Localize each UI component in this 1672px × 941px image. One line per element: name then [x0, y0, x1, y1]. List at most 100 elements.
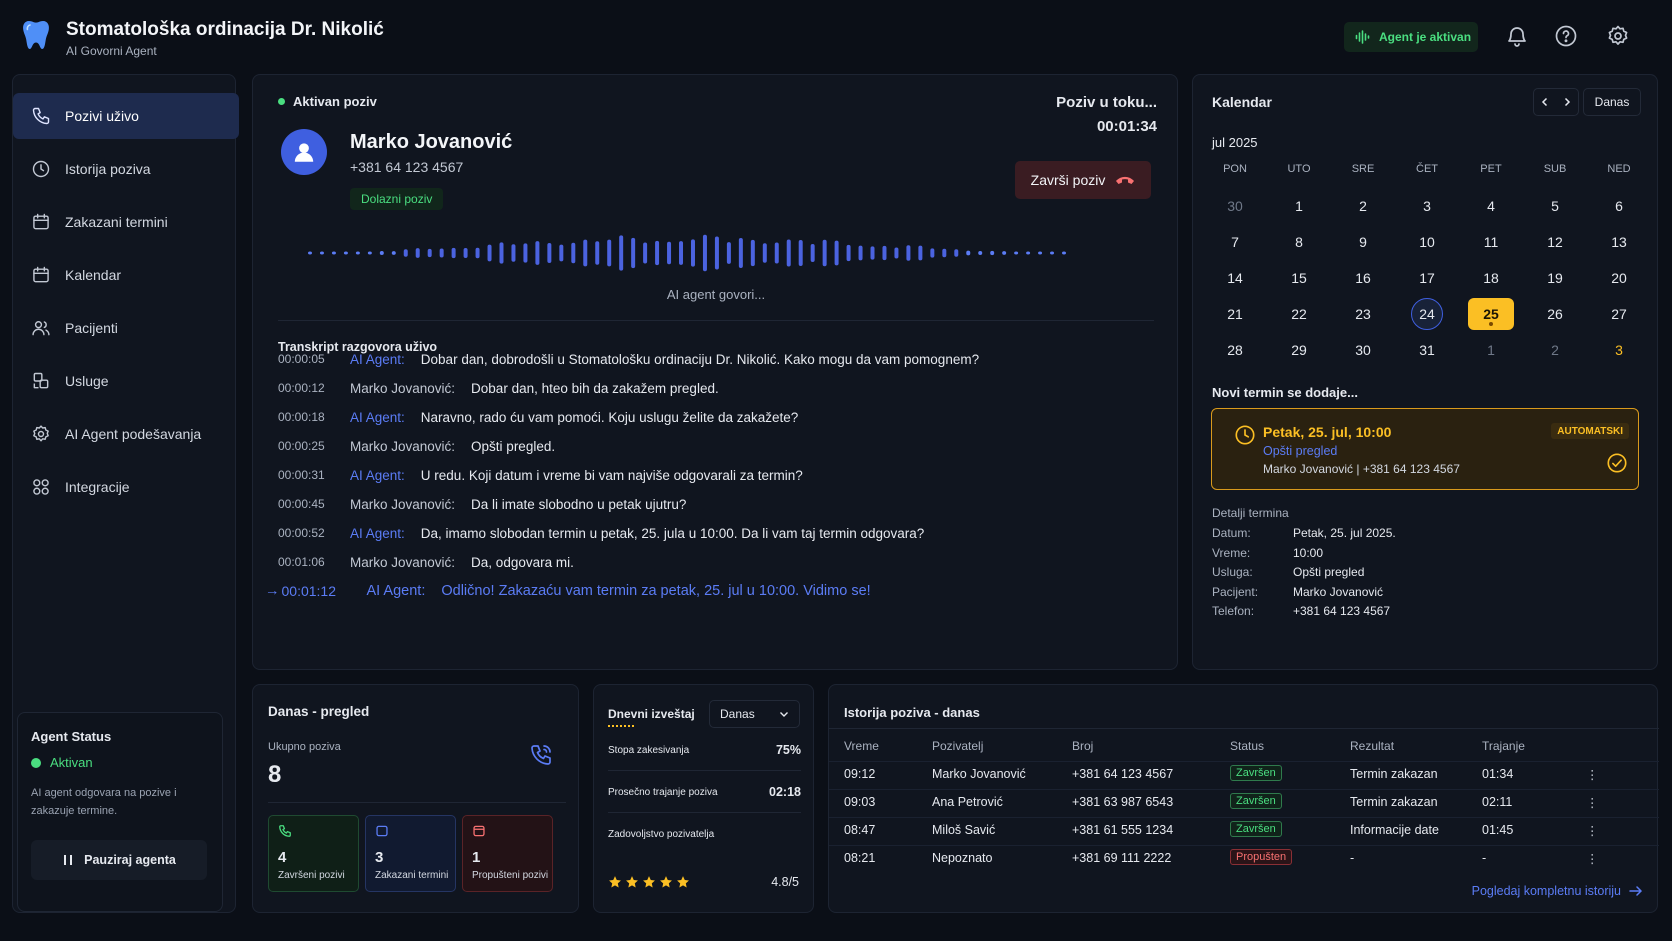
sidebar-item-label: Istorija poziva [65, 161, 151, 177]
completed-calls-card[interactable]: 4 Završeni pozivi [268, 815, 359, 892]
calendar-day[interactable]: 5 [1539, 190, 1571, 222]
calendar-day[interactable]: 8 [1283, 226, 1315, 258]
new-appointment-card[interactable]: Petak, 25. jul, 10:00 Opšti pregled Mark… [1211, 408, 1639, 490]
transcript-row: 00:00:05 AI Agent: Dobar dan, dobrodošli u… [278, 349, 979, 369]
satisfaction-row: Zadovoljstvo pozivatelja [608, 822, 801, 846]
app-header: Stomatološka ordinacija Dr. Nikolić AI G… [0, 0, 1672, 70]
calendar-day[interactable]: 27 [1603, 298, 1635, 330]
table-cell: Termin zakazan [1350, 795, 1438, 809]
calendar-day[interactable]: 29 [1283, 334, 1315, 366]
more-vertical-icon[interactable]: ⋮ [1586, 851, 1599, 866]
star-icon [660, 876, 672, 888]
calendar-day[interactable]: 24 [1411, 298, 1443, 330]
column-header: Status [1230, 739, 1265, 753]
calendar-day[interactable]: 25 [1468, 298, 1514, 330]
calendar-day[interactable]: 9 [1347, 226, 1379, 258]
calendar-day[interactable]: 1 [1475, 334, 1507, 366]
more-vertical-icon[interactable]: ⋮ [1586, 823, 1599, 838]
table-row[interactable]: 09:03 Ana Petrović +381 63 987 6543 Završen… [844, 789, 1644, 817]
calendar-day[interactable]: 18 [1475, 262, 1507, 294]
calendar-day[interactable]: 31 [1411, 334, 1443, 366]
weekday-label: SUB [1543, 163, 1567, 175]
sidebar-item-live-calls[interactable]: Pozivi uživo [13, 93, 239, 139]
transcript-row: 00:00:12 Marko Jovanović: Dobar dan, hteo … [278, 378, 719, 398]
more-vertical-icon[interactable]: ⋮ [1586, 795, 1599, 810]
calendar-day[interactable]: 3 [1603, 334, 1635, 366]
today-button[interactable]: Danas [1583, 88, 1641, 116]
wave-bar [343, 251, 348, 255]
end-call-button[interactable]: Završi poziv [1015, 161, 1151, 199]
status-badge: Propušten [1230, 849, 1293, 865]
view-full-history-link[interactable]: Pogledaj kompletnu istoriju [1472, 884, 1643, 898]
grid-icon [31, 477, 51, 497]
calendar-day[interactable]: 2 [1539, 334, 1571, 366]
chevron-right-icon[interactable] [1562, 97, 1572, 107]
sidebar-item-label: Integracije [65, 479, 130, 495]
transcript-row: 00:00:31 AI Agent: U redu. Koji datum i vr… [278, 465, 803, 485]
scheduled-appointments-card[interactable]: 3 Zakazani termini [365, 815, 456, 892]
calendar-day[interactable]: 22 [1283, 298, 1315, 330]
wave-bar [355, 251, 360, 255]
transcript-text: Opšti pregled. [471, 438, 556, 454]
help-icon[interactable] [1554, 24, 1578, 48]
detail-row: Datum: Petak, 25. jul 2025. [1212, 526, 1396, 540]
chevron-left-icon[interactable] [1540, 97, 1550, 107]
sidebar-item-calendar[interactable]: Kalendar [13, 252, 239, 298]
calendar-day-number: 27 [1611, 306, 1627, 322]
calendar-day-number: 19 [1547, 270, 1563, 286]
calendar-day[interactable]: 21 [1219, 298, 1251, 330]
app-title: Stomatološka ordinacija Dr. Nikolić [66, 19, 384, 40]
sidebar-item-call-history[interactable]: Istorija poziva [13, 146, 239, 192]
wave-bar [870, 246, 875, 260]
agent-active-badge[interactable]: Agent je aktivan [1344, 22, 1478, 52]
bell-icon[interactable] [1505, 24, 1529, 48]
wave-bar [427, 248, 432, 258]
pause-agent-label: Pauziraj agenta [84, 853, 176, 867]
calendar-day[interactable]: 16 [1347, 262, 1379, 294]
calendar-day[interactable]: 26 [1539, 298, 1571, 330]
missed-calls-card[interactable]: 1 Propušteni pozivi [462, 815, 553, 892]
calendar-day[interactable]: 28 [1219, 334, 1251, 366]
gear-icon[interactable] [1606, 24, 1630, 48]
table-row[interactable]: 08:47 Miloš Savić +381 61 555 1234 Završen I… [844, 817, 1644, 845]
pause-agent-button[interactable]: Pauziraj agenta [31, 840, 207, 880]
sidebar-item-ai-settings[interactable]: AI Agent podešavanja [13, 411, 239, 457]
sidebar-item-integrations[interactable]: Integracije [13, 464, 239, 510]
check-circle-icon [1606, 452, 1628, 474]
calendar-day[interactable]: 7 [1219, 226, 1251, 258]
star-icon [626, 876, 638, 888]
calendar-day[interactable]: 3 [1411, 190, 1443, 222]
calendar-day[interactable]: 6 [1603, 190, 1635, 222]
calendar-day[interactable]: 12 [1539, 226, 1571, 258]
table-row[interactable]: 09:12 Marko Jovanović +381 64 123 4567 Zavr… [844, 761, 1644, 789]
table-cell: 09:03 [844, 795, 876, 809]
table-row[interactable]: 08:21 Nepoznato +381 69 111 2222 Propušten -… [844, 845, 1644, 873]
calendar-day[interactable]: 17 [1411, 262, 1443, 294]
calendar-day-number: 13 [1611, 234, 1627, 250]
calendar-day[interactable]: 10 [1411, 226, 1443, 258]
calendar-day[interactable]: 1 [1283, 190, 1315, 222]
calendar-day[interactable]: 19 [1539, 262, 1571, 294]
period-select[interactable]: Danas [709, 700, 800, 728]
calendar-day[interactable]: 15 [1283, 262, 1315, 294]
calendar-day[interactable]: 23 [1347, 298, 1379, 330]
sidebar-item-services[interactable]: Usluge [13, 358, 239, 404]
transcript-text: U redu. Koji datum i vreme bi vam najviš… [420, 467, 803, 483]
calendar-day[interactable]: 30 [1347, 334, 1379, 366]
sidebar-item-patients[interactable]: Pacijenti [13, 305, 239, 351]
sidebar-item-appointments[interactable]: Zakazani termini [13, 199, 239, 245]
sidebar-item-label: AI Agent podešavanja [65, 426, 202, 442]
transcript-text: Dobar dan, hteo bih da zakažem pregled. [471, 380, 719, 396]
calendar-day[interactable]: 2 [1347, 190, 1379, 222]
calendar-day[interactable]: 11 [1475, 226, 1507, 258]
calendar-day[interactable]: 30 [1219, 190, 1251, 222]
more-vertical-icon[interactable]: ⋮ [1586, 767, 1599, 782]
transcript-text: Dobar dan, dobrodošli u Stomatološku ord… [420, 351, 980, 367]
calendar-day[interactable]: 14 [1219, 262, 1251, 294]
calendar-day[interactable]: 4 [1475, 190, 1507, 222]
transcript-speaker: Marko Jovanović: [350, 438, 456, 454]
calendar-day[interactable]: 20 [1603, 262, 1635, 294]
table-cell: 01:34 [1482, 767, 1514, 781]
calendar-day[interactable]: 13 [1603, 226, 1635, 258]
wave-bar [738, 237, 743, 269]
